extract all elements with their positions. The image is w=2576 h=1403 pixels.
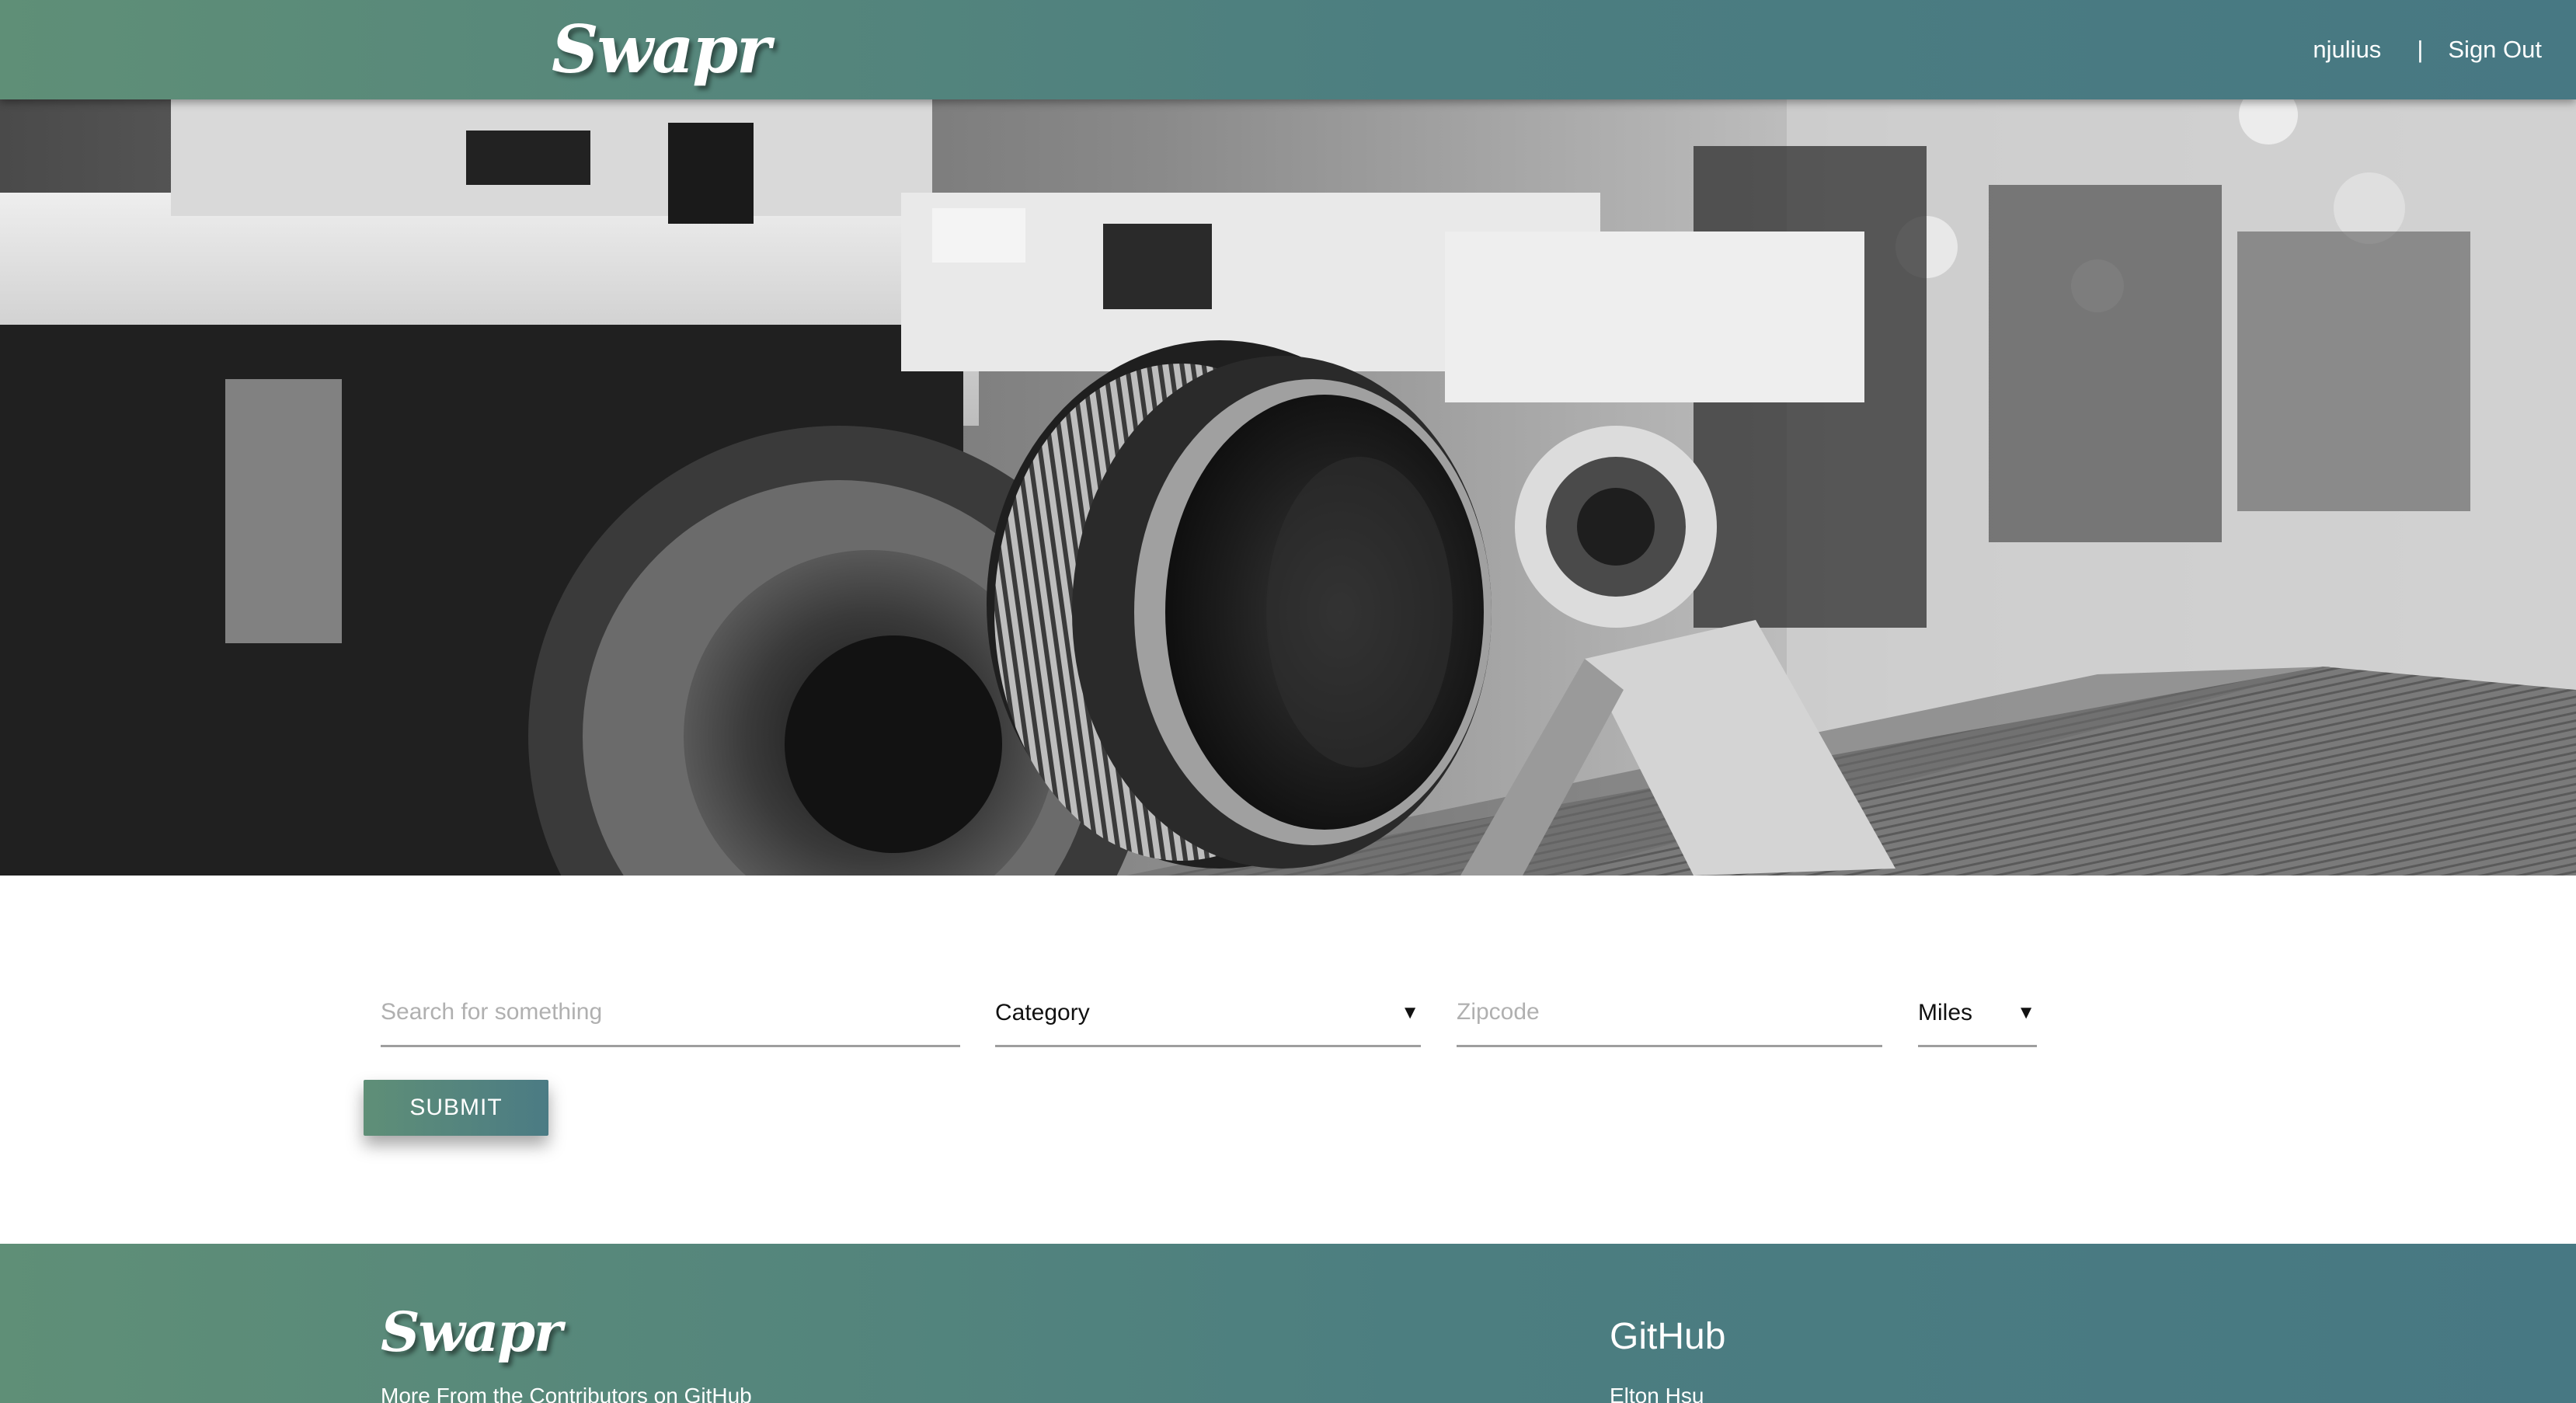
footer-logo: Swapr <box>381 1300 562 1364</box>
github-heading: GitHub <box>1610 1316 1726 1357</box>
distance-select[interactable]: Miles ▼ <box>1918 980 2037 1047</box>
user-nav: njulius | Sign Out <box>2313 0 2542 99</box>
distance-select-value: Miles <box>1918 999 1973 1025</box>
top-navbar: Swapr njulius | Sign Out <box>0 0 2576 99</box>
caret-down-icon: ▼ <box>1401 1001 1419 1023</box>
search-field <box>381 980 960 1047</box>
category-select[interactable]: Category ▼ <box>995 980 1421 1047</box>
zipcode-field <box>1457 980 1882 1047</box>
hero-camera-image <box>0 99 2576 876</box>
camera-illustration <box>0 99 2576 876</box>
footer-tagline: More From the Contributors on GitHub <box>381 1384 752 1403</box>
zipcode-input[interactable] <box>1457 980 1882 1044</box>
search-input[interactable] <box>381 980 960 1044</box>
category-select-value: Category <box>995 999 1090 1025</box>
nav-separator: | <box>2417 36 2424 63</box>
contributor-link[interactable]: Elton Hsu <box>1610 1384 1704 1403</box>
sign-out-link[interactable]: Sign Out <box>2448 36 2542 64</box>
caret-down-icon: ▼ <box>2017 1001 2035 1023</box>
submit-button[interactable]: SUBMIT <box>364 1080 548 1136</box>
username-link[interactable]: njulius <box>2313 36 2381 64</box>
site-footer: Swapr More From the Contributors on GitH… <box>0 1244 2576 1403</box>
brand-logo[interactable]: Swapr <box>552 11 771 89</box>
